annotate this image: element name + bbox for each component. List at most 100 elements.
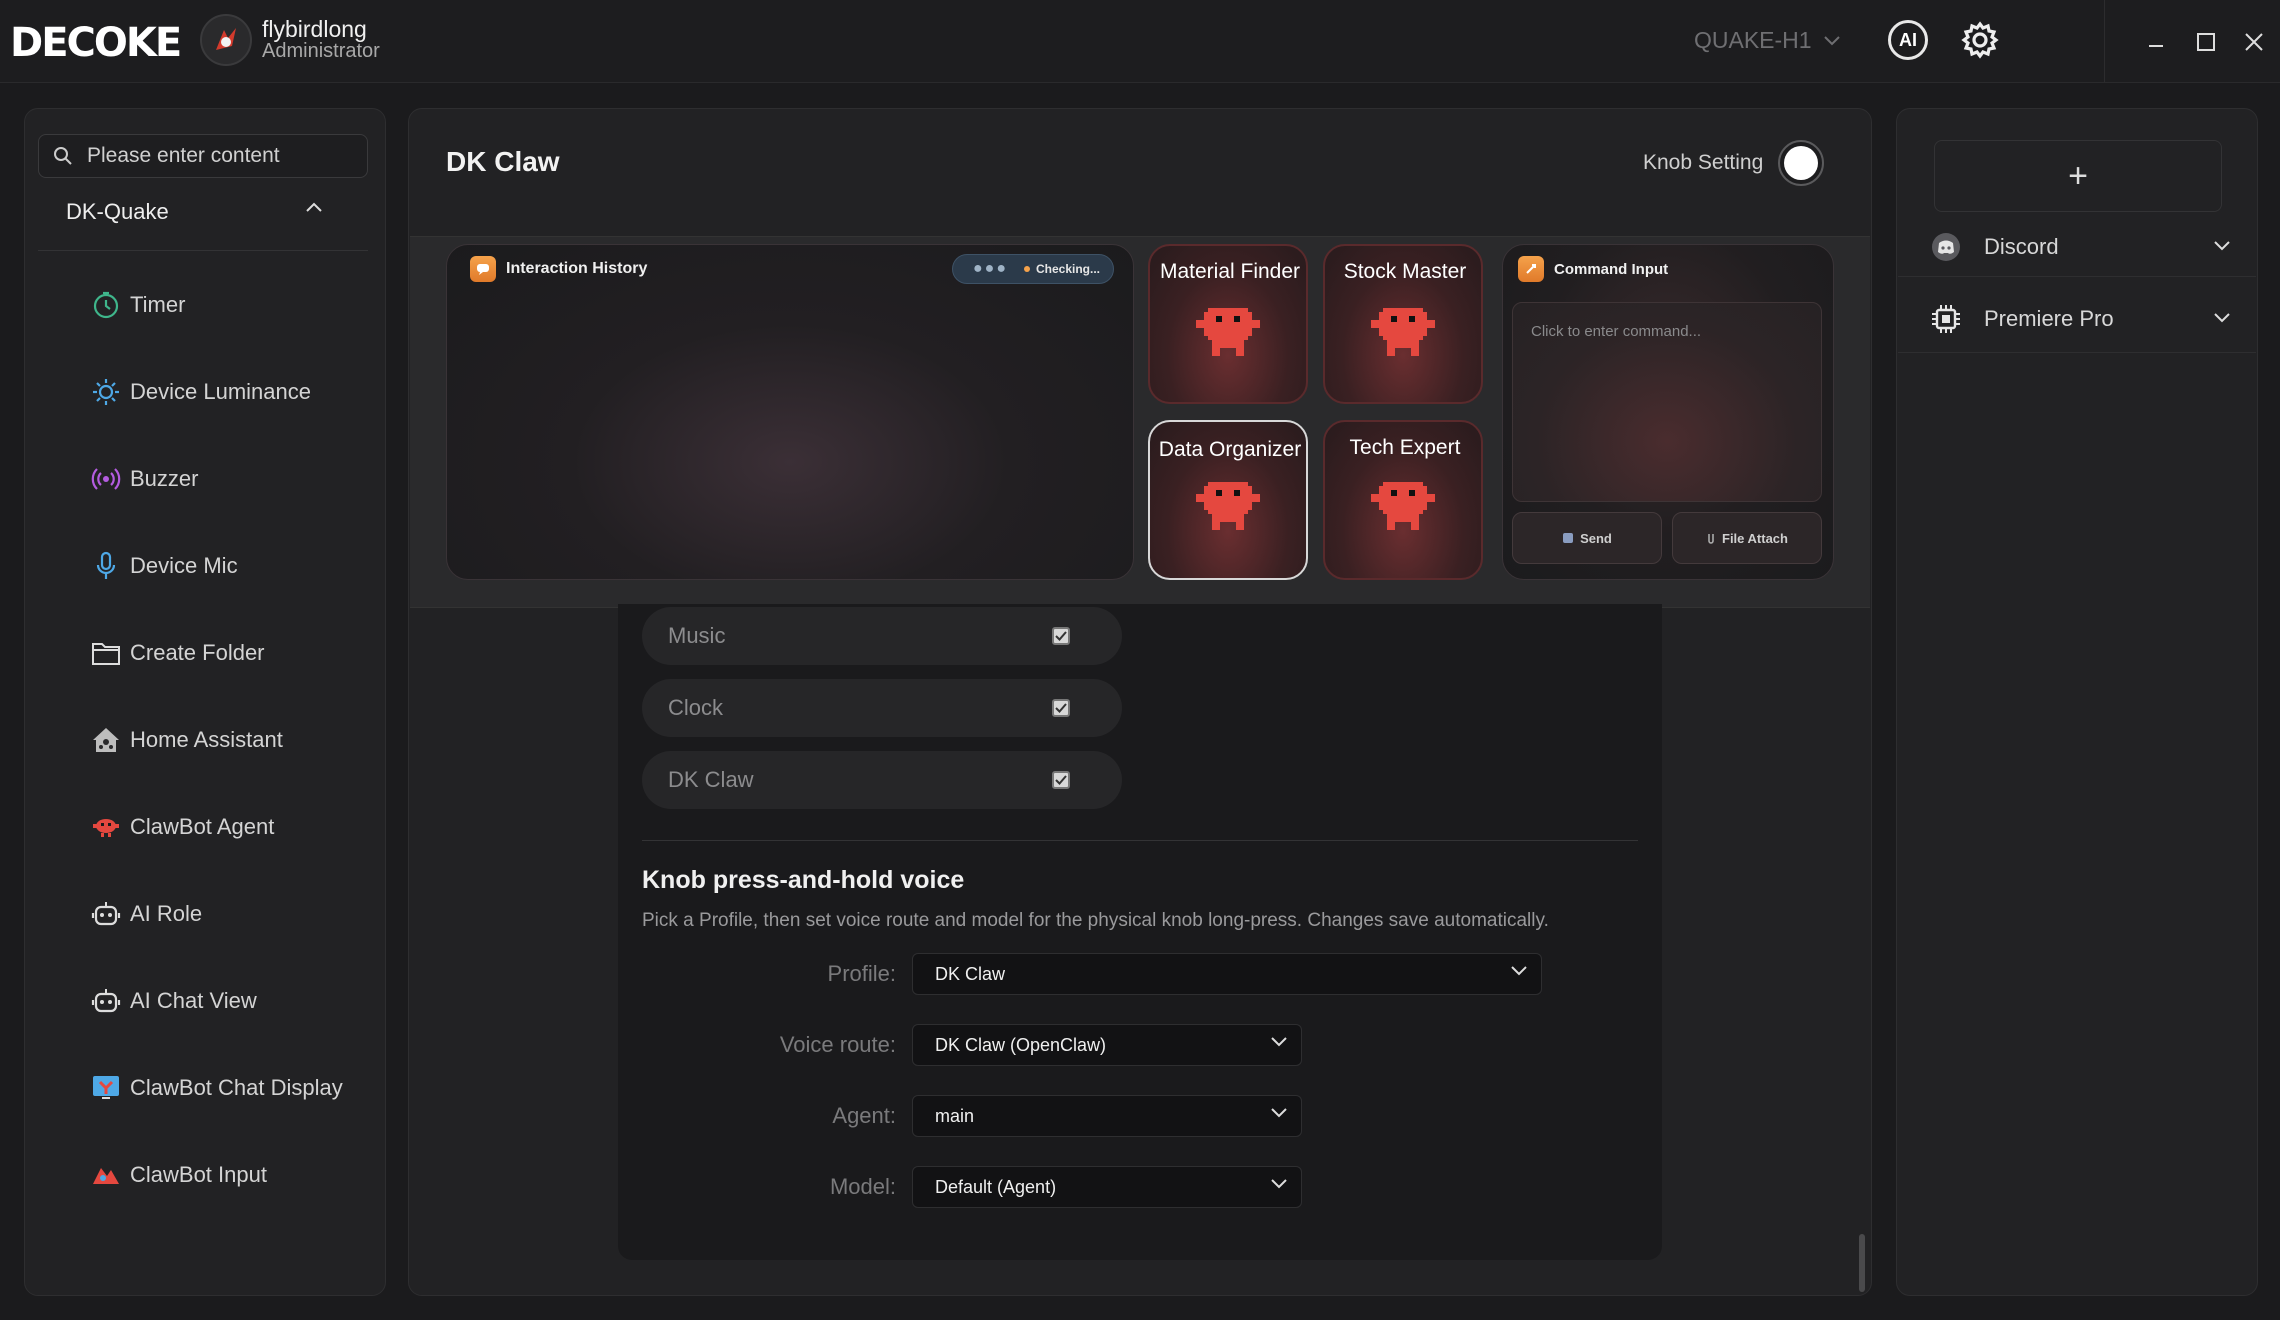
command-icon: [1518, 256, 1544, 282]
plugin-item-discord[interactable]: Discord: [1930, 227, 2230, 267]
checkbox[interactable]: [1052, 627, 1070, 645]
close-icon[interactable]: [2234, 22, 2274, 62]
agent-card-tech-expert[interactable]: Tech Expert: [1323, 420, 1483, 580]
checkbox[interactable]: [1052, 699, 1070, 717]
divider: [1898, 276, 2256, 277]
checkbox[interactable]: [1052, 771, 1070, 789]
clawbot-icon: [1196, 482, 1260, 530]
folder-icon: [90, 637, 122, 669]
search-box[interactable]: [38, 134, 368, 178]
search-input[interactable]: [85, 143, 359, 169]
sun-icon: [90, 376, 122, 408]
chevron-up-icon[interactable]: [306, 202, 322, 212]
knob-setting-toggle[interactable]: [1778, 140, 1824, 186]
loading-dots-icon: ●●●: [973, 260, 1008, 277]
chip-icon: [1930, 303, 1962, 335]
clawbot-icon: [1196, 308, 1260, 356]
add-button[interactable]: +: [1934, 140, 2222, 212]
send-icon: [1562, 532, 1574, 544]
file-attach-button[interactable]: File Attach: [1672, 512, 1822, 564]
agent-card-stock-master[interactable]: Stock Master: [1323, 244, 1483, 404]
clawbot-icon: [1371, 308, 1435, 356]
command-input-box[interactable]: [1512, 302, 1822, 502]
agent-name: Material Finder: [1159, 260, 1301, 283]
sidebar-item-clawbot-input[interactable]: ClawBot Input: [90, 1150, 380, 1200]
agent-card-material-finder[interactable]: Material Finder: [1148, 244, 1308, 404]
status-dot-icon: [1024, 266, 1030, 272]
chevron-down-icon: [2214, 313, 2230, 323]
sidebar-item-buzzer[interactable]: Buzzer: [90, 454, 380, 504]
chevron-down-icon: [1823, 35, 1840, 46]
clawbot-icon: [90, 811, 122, 843]
minimize-icon[interactable]: [2136, 22, 2176, 62]
sidebar-item-home-assistant[interactable]: Home Assistant: [90, 715, 380, 765]
settings-gear-icon[interactable]: [1960, 20, 2000, 60]
sidebar-item-label: Home Assistant: [130, 727, 283, 752]
voice-section-title: Knob press-and-hold voice: [642, 866, 965, 894]
toggle-row-clock[interactable]: Clock: [642, 679, 1122, 737]
plus-icon: +: [2068, 156, 2088, 195]
model-select[interactable]: Default (Agent): [912, 1166, 1302, 1208]
history-icon: [470, 256, 496, 282]
sidebar-item-clawbot-agent[interactable]: ClawBot Agent: [90, 802, 380, 852]
sidebar-item-label: Buzzer: [130, 466, 199, 491]
agent-value: main: [935, 1105, 975, 1126]
sidebar-item-label: Timer: [130, 292, 186, 317]
toggle-row-music[interactable]: Music: [642, 607, 1122, 665]
knob-setting-label: Knob Setting: [1643, 151, 1764, 174]
search-icon: [53, 146, 73, 166]
discord-icon: [1930, 231, 1962, 263]
chevron-down-icon: [1271, 1179, 1287, 1189]
agent-select[interactable]: main: [912, 1095, 1302, 1137]
app-logo: DECOKEE: [10, 22, 180, 62]
agent-name: Data Organizer: [1158, 438, 1302, 461]
buzzer-icon: [90, 463, 122, 495]
command-input-title: Command Input: [1554, 260, 1669, 278]
svg-text:DECOKEE: DECOKEE: [10, 22, 180, 62]
sidebar-item-device-mic[interactable]: Device Mic: [90, 541, 380, 591]
interaction-history-panel: [446, 244, 1134, 580]
microphone-icon: [90, 550, 122, 582]
sidebar-item-create-folder[interactable]: Create Folder: [90, 628, 380, 678]
sidebar-item-label: Create Folder: [130, 640, 265, 665]
send-button[interactable]: Send: [1512, 512, 1662, 564]
sidebar-item-label: ClawBot Input: [130, 1162, 267, 1187]
device-selector[interactable]: QUAKE-H1: [1694, 27, 1840, 54]
model-value: Default (Agent): [935, 1176, 1057, 1197]
agent-card-data-organizer[interactable]: Data Organizer: [1148, 420, 1308, 580]
plugin-item-premiere-pro[interactable]: Premiere Pro: [1930, 299, 2230, 339]
user-role: Administrator: [262, 40, 380, 62]
paperclip-icon: [1706, 531, 1716, 545]
sidebar-item-label: Device Luminance: [130, 379, 311, 404]
scrollbar[interactable]: [1859, 1234, 1865, 1292]
command-input-field[interactable]: [1513, 303, 1821, 501]
ai-label: AI: [1899, 29, 1917, 50]
clawbot-input-icon: [90, 1159, 122, 1191]
maximize-icon[interactable]: [2186, 22, 2226, 62]
page-title: DK Claw: [446, 146, 560, 177]
interaction-history-header: Interaction History: [470, 256, 647, 282]
interaction-history-title: Interaction History: [506, 260, 648, 277]
profile-label: Profile:: [827, 961, 896, 986]
file-attach-label: File Attach: [1722, 530, 1788, 546]
toggle-label: Clock: [668, 695, 724, 720]
sidebar-item-clawbot-chat-display[interactable]: ClawBot Chat Display: [90, 1063, 380, 1113]
chevron-down-icon: [1511, 966, 1527, 976]
divider: [1898, 352, 2256, 353]
robot-icon: [90, 985, 122, 1017]
ai-button[interactable]: AI: [1888, 20, 1928, 60]
voice-route-select[interactable]: DK Claw (OpenClaw): [912, 1024, 1302, 1066]
divider: [38, 250, 368, 251]
agent-name: Tech Expert: [1349, 436, 1461, 459]
group-header-dk-quake[interactable]: DK-Quake: [66, 199, 346, 225]
agent-name: Stock Master: [1343, 260, 1467, 283]
sidebar-item-timer[interactable]: Timer: [90, 280, 380, 330]
avatar[interactable]: [200, 14, 252, 66]
sidebar-item-ai-chat-view[interactable]: AI Chat View: [90, 976, 380, 1026]
profile-select[interactable]: DK Claw: [912, 953, 1542, 995]
agent-label: Agent:: [832, 1103, 896, 1128]
sidebar-item-ai-role[interactable]: AI Role: [90, 889, 380, 939]
toggle-row-dk-claw[interactable]: DK Claw: [642, 751, 1122, 809]
sidebar-item-device-luminance[interactable]: Device Luminance: [90, 367, 380, 417]
plugin-label: Premiere Pro: [1984, 306, 2114, 331]
